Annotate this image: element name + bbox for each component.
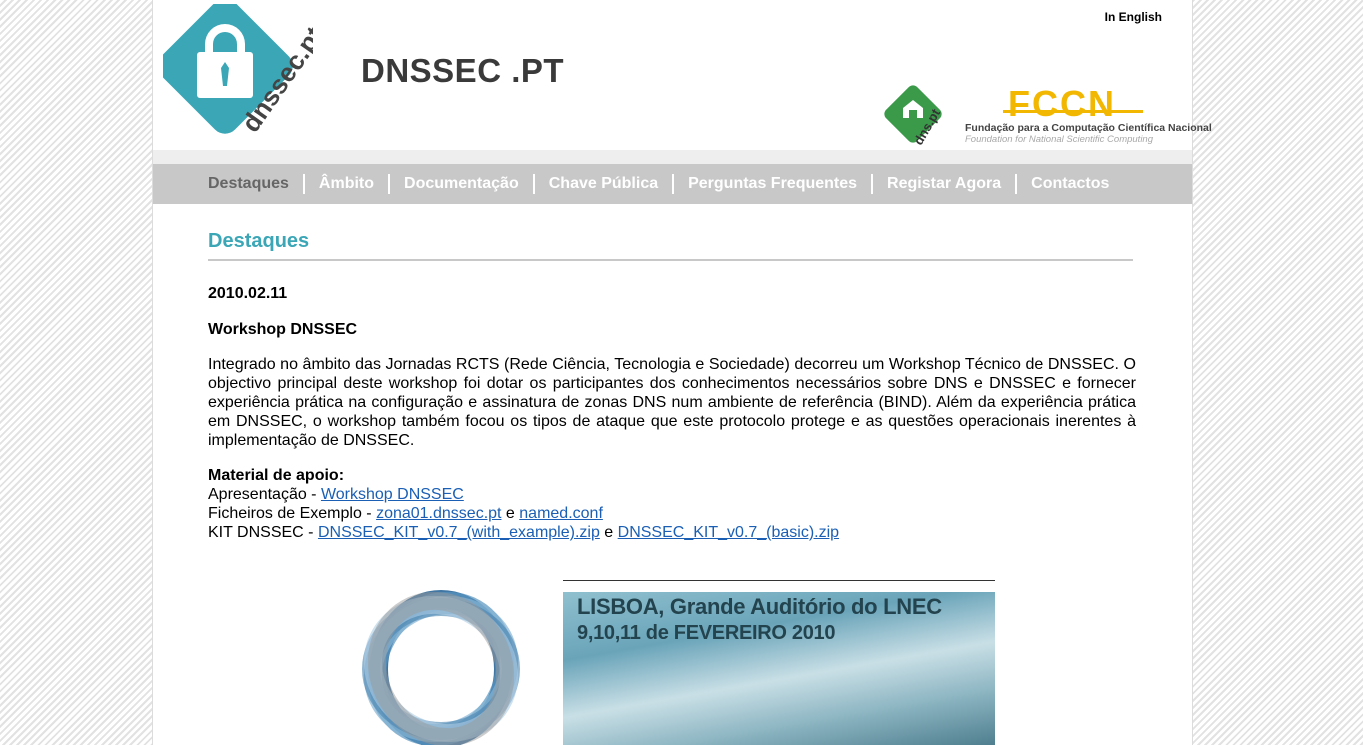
- example-link-zone[interactable]: zona01.dnssec.pt: [376, 505, 501, 522]
- header: dnssec.pt In English DNSSEC .PT dns.pt F…: [153, 0, 1212, 150]
- kit-prefix: KIT DNSSEC -: [208, 524, 318, 541]
- support-material-title: Material de apoio:: [208, 467, 345, 484]
- presentation-link[interactable]: Workshop DNSSEC: [321, 486, 464, 503]
- nav-item-registar-agora[interactable]: Registar Agora: [887, 175, 1001, 193]
- news-date: 2010.02.11: [208, 285, 288, 302]
- banner-divider: [563, 580, 995, 581]
- conjunction: e: [599, 524, 618, 541]
- nav-separator: [302, 174, 305, 194]
- examples-line: Ficheiros de Exemplo - zona01.dnssec.pt …: [208, 504, 1136, 523]
- example-link-named-conf[interactable]: named.conf: [519, 505, 603, 522]
- nav-item-chave-publica[interactable]: Chave Pública: [549, 175, 658, 193]
- nav-item-documentacao[interactable]: Documentação: [404, 175, 519, 193]
- event-dates: 9,10,11 de FEVEREIRO 2010: [577, 622, 836, 644]
- page-container: dnssec.pt In English DNSSEC .PT dns.pt F…: [153, 0, 1212, 745]
- nav-item-perguntas-frequentes[interactable]: Perguntas Frequentes: [688, 175, 857, 193]
- english-language-link[interactable]: In English: [1105, 10, 1162, 24]
- kit-line: KIT DNSSEC - DNSSEC_KIT_v0.7_(with_examp…: [208, 523, 1136, 542]
- support-material: Material de apoio: Apresentação - Worksh…: [208, 466, 1136, 542]
- nav-separator: [871, 174, 874, 194]
- nav-item-ambito[interactable]: Âmbito: [319, 175, 374, 193]
- presentation-line: Apresentação - Workshop DNSSEC: [208, 485, 1136, 504]
- site-title: DNSSEC .PT: [361, 52, 565, 89]
- rcts-ring-logo: [362, 590, 520, 745]
- header-band: [153, 150, 1192, 164]
- main-content: Destaques 2010.02.11 Workshop DNSSEC Int…: [208, 230, 1136, 542]
- fccn-subtitle-en: Foundation for National Scientific Compu…: [965, 134, 1153, 145]
- presentation-prefix: Apresentação -: [208, 486, 321, 503]
- kit-link-with-example[interactable]: DNSSEC_KIT_v0.7_(with_example).zip: [318, 524, 600, 541]
- svg-text:FCCN: FCCN: [1008, 84, 1116, 124]
- event-banner-image: LISBOA, Grande Auditório do LNEC 9,10,11…: [563, 592, 995, 745]
- nav-item-contactos[interactable]: Contactos: [1031, 175, 1109, 193]
- nav-separator: [1015, 174, 1018, 194]
- nav-separator: [532, 174, 535, 194]
- fccn-subtitle-pt: Fundação para a Computação Científica Na…: [965, 122, 1212, 134]
- nav-separator: [672, 174, 675, 194]
- kit-link-basic[interactable]: DNSSEC_KIT_v0.7_(basic).zip: [618, 524, 839, 541]
- nav-separator: [388, 174, 391, 194]
- news-body: Integrado no âmbito das Jornadas RCTS (R…: [208, 356, 1136, 449]
- dns-pt-logo[interactable]: dns.pt: [883, 84, 949, 146]
- news-headline: Workshop DNSSEC: [208, 321, 358, 338]
- examples-prefix: Ficheiros de Exemplo -: [208, 505, 377, 522]
- nav-item-destaques[interactable]: Destaques: [208, 175, 289, 193]
- main-nav: Destaques Âmbito Documentação Chave Públ…: [153, 164, 1192, 204]
- dnssec-pt-logo[interactable]: dnssec.pt: [163, 4, 313, 150]
- event-location: LISBOA, Grande Auditório do LNEC: [577, 594, 942, 619]
- section-title: Destaques: [208, 230, 1133, 261]
- conjunction: e: [501, 505, 520, 522]
